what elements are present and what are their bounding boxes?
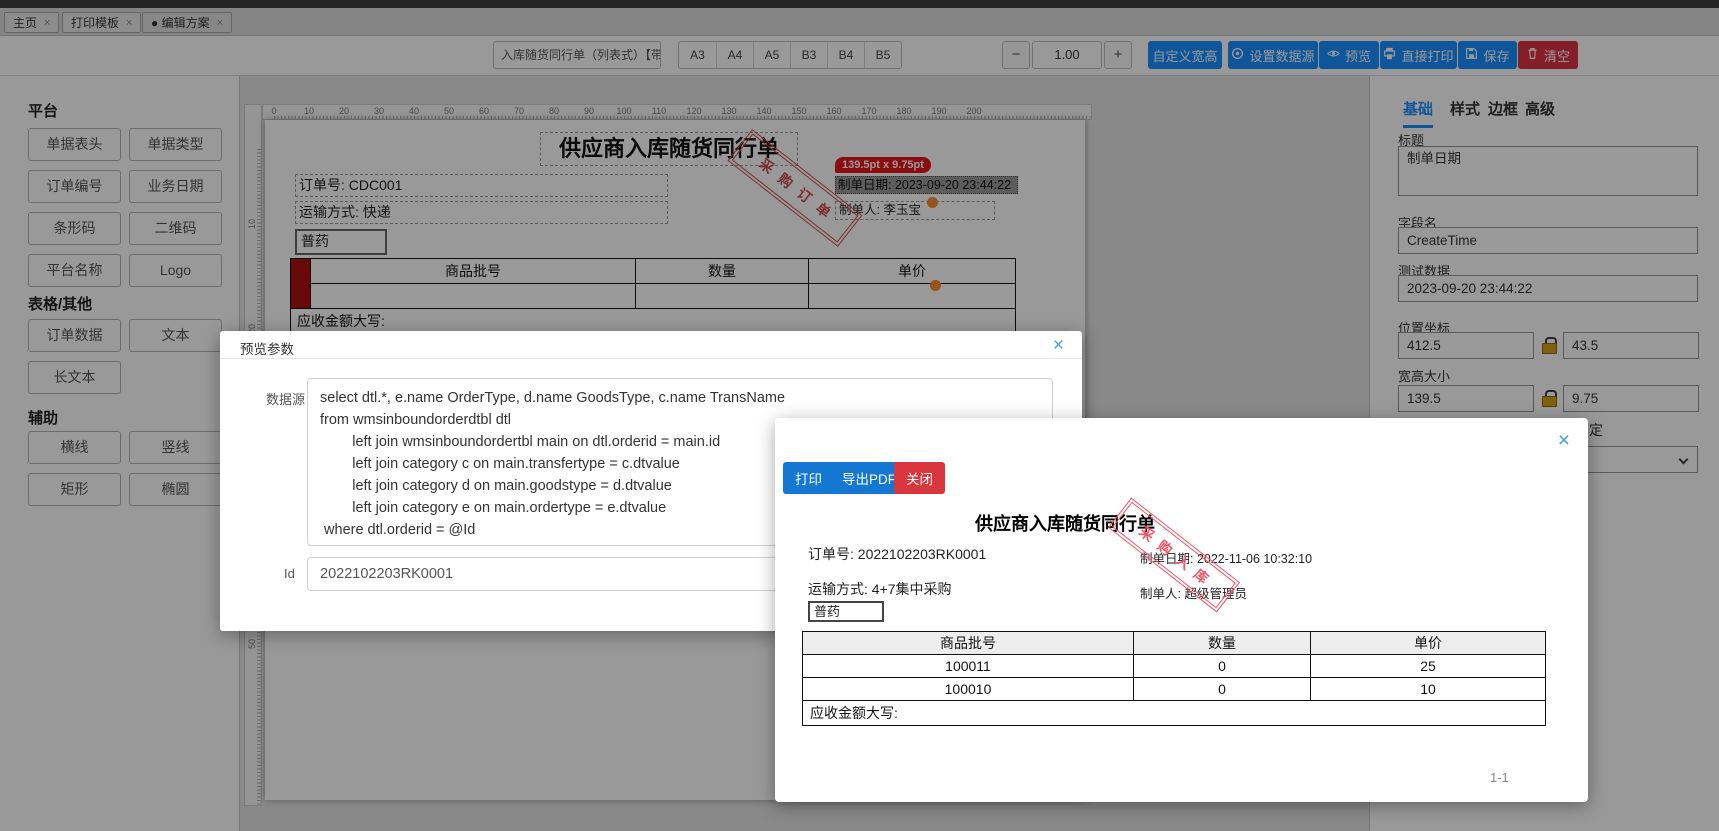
preview-order-no: 订单号: 2022102203RK0001	[808, 546, 987, 562]
preview-table-footer: 应收金额大写:	[802, 700, 1546, 726]
table-row: 100011 0 25	[802, 654, 1546, 678]
close-icon[interactable]: ×	[1558, 430, 1570, 451]
preview-header-qty: 数量	[1133, 631, 1311, 655]
cell-batch: 100011	[802, 654, 1134, 678]
table-row: 100010 0 10	[802, 677, 1546, 701]
preview-header-price: 单价	[1310, 631, 1546, 655]
modal-title: 预览参数	[240, 342, 294, 357]
close-icon[interactable]: ×	[1053, 336, 1064, 355]
preview-table: 商品批号 数量 单价 100011 0 25 100010 0 10 应收金额大…	[802, 631, 1546, 726]
cell-price: 25	[1310, 654, 1546, 678]
preview-transport: 运输方式: 4+7集中采购	[808, 581, 952, 597]
cell-qty: 0	[1133, 654, 1311, 678]
print-preview-modal: × 打印 导出PDF 关闭 供应商入库随货同行单 订单号: 2022102203…	[775, 418, 1588, 802]
cell-qty: 0	[1133, 677, 1311, 701]
print-button[interactable]: 打印	[783, 462, 834, 494]
id-label: Id	[284, 566, 295, 581]
page-indicator: 1-1	[1490, 770, 1509, 785]
modal-header: 预览参数 ×	[220, 331, 1082, 359]
preview-goods-type: 普药	[808, 601, 884, 622]
cell-batch: 100010	[802, 677, 1134, 701]
close-preview-button[interactable]: 关闭	[894, 462, 945, 494]
app-window: 主页 × 打印模板 × ● 编辑方案 × 入库随货同行单（列表式）【带 A3 A4…	[0, 0, 1719, 831]
datasource-label: 数据源	[266, 392, 306, 407]
cell-price: 10	[1310, 677, 1546, 701]
preview-header-batch: 商品批号	[802, 631, 1134, 655]
